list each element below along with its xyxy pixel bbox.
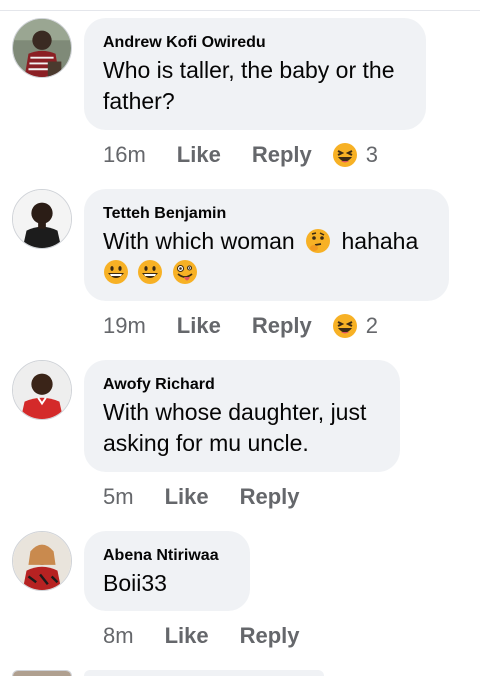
comment-text: Boii33 — [103, 570, 167, 596]
avatar[interactable] — [12, 360, 72, 420]
thinking-face-emoji-icon — [305, 228, 331, 254]
avatar[interactable] — [12, 670, 72, 676]
comment-bubble: Awofy Richard With whose daughter, just … — [84, 360, 400, 472]
comment-bubble: Abena Ntiriwaa Boii33 — [84, 531, 250, 611]
zany-face-emoji-icon — [172, 259, 198, 285]
comment-author[interactable]: Abena Ntiriwaa — [103, 546, 230, 566]
reply-button[interactable]: Reply — [240, 484, 300, 510]
comment-text: Who is taller, the baby or the father? — [103, 57, 395, 114]
comment-bubble: Tetteh Benjamin With which woman hahaha — [84, 189, 449, 301]
comment-actions: 16m Like Reply 3 — [103, 140, 378, 170]
comment-actions: 8m Like Reply — [103, 621, 331, 651]
comment-timestamp[interactable]: 19m — [103, 313, 146, 339]
laughing-emoji-icon[interactable] — [332, 313, 358, 339]
comment-text: With which woman hahaha — [103, 226, 429, 288]
avatar[interactable] — [12, 531, 72, 591]
top-divider — [0, 10, 480, 11]
comment-author[interactable]: Awofy Richard — [103, 375, 380, 395]
avatar[interactable] — [12, 18, 72, 78]
like-button[interactable]: Like — [177, 142, 221, 168]
comment-actions: 5m Like Reply — [103, 482, 331, 512]
grinning-face-emoji-icon — [137, 259, 163, 285]
comment-bubble: Andrew Kofi Owiredu Who is taller, the b… — [84, 18, 426, 130]
comment-author[interactable]: Andrew Kofi Owiredu — [103, 33, 406, 53]
like-button[interactable]: Like — [165, 484, 209, 510]
comment-bubble — [84, 670, 324, 676]
comment-text-part: With which woman — [103, 228, 295, 254]
comment-timestamp[interactable]: 5m — [103, 484, 134, 510]
comment-actions: 19m Like Reply 2 — [103, 311, 378, 341]
grinning-face-emoji-icon — [103, 259, 129, 285]
comment-text: With whose daughter, just asking for mu … — [103, 399, 367, 456]
comment-author[interactable]: Tetteh Benjamin — [103, 204, 429, 224]
like-button[interactable]: Like — [177, 313, 221, 339]
like-button[interactable]: Like — [165, 623, 209, 649]
reply-button[interactable]: Reply — [252, 313, 312, 339]
laughing-emoji-icon[interactable] — [332, 142, 358, 168]
comment-timestamp[interactable]: 8m — [103, 623, 134, 649]
avatar[interactable] — [12, 189, 72, 249]
reply-button[interactable]: Reply — [252, 142, 312, 168]
reply-button[interactable]: Reply — [240, 623, 300, 649]
comment-timestamp[interactable]: 16m — [103, 142, 146, 168]
reaction-count[interactable]: 3 — [366, 142, 378, 168]
comment-text-part: hahaha — [341, 228, 419, 254]
reaction-count[interactable]: 2 — [366, 313, 378, 339]
